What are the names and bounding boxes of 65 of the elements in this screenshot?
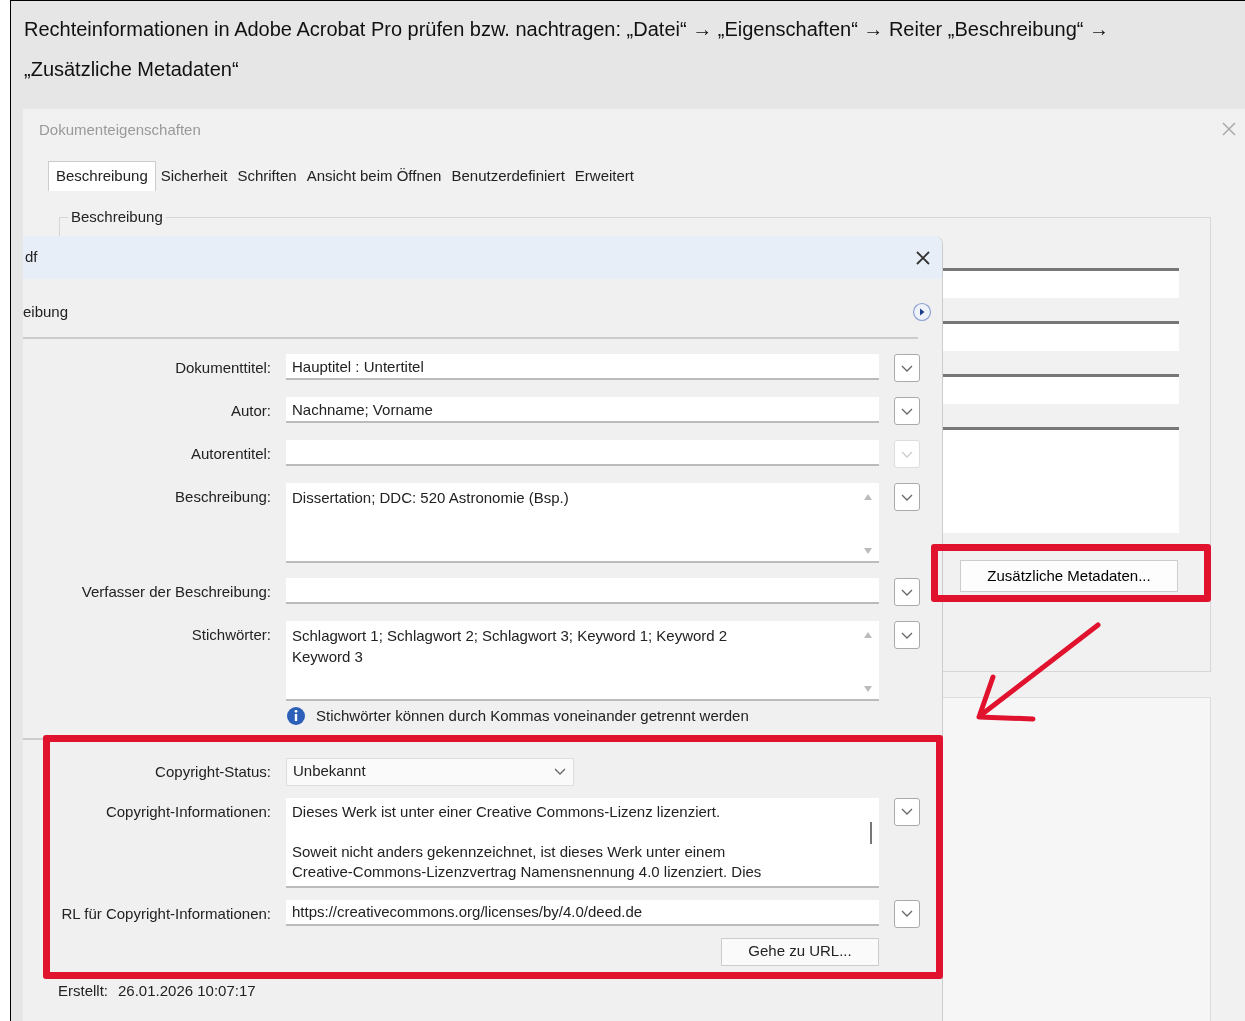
field-label: Verfasser der Beschreibung: xyxy=(80,582,271,602)
scroll-up-icon[interactable] xyxy=(863,631,873,639)
chevron-down-icon xyxy=(901,364,913,372)
text-field[interactable]: Nachname; Vorname xyxy=(286,397,879,423)
field-label: Stichwörter: xyxy=(190,625,271,645)
created-value: 26.01.2026 10:07:17 xyxy=(118,980,256,1001)
text-area[interactable]: Dissertation; DDC: 520 Astronomie (Bsp.) xyxy=(286,483,879,563)
section-title: eibung xyxy=(23,301,69,322)
chevron-down-icon xyxy=(901,808,913,815)
dialog-title: Dokumenteigenschaften xyxy=(39,120,201,140)
dropdown-button[interactable] xyxy=(894,483,920,511)
chevron-down-icon xyxy=(901,407,913,415)
tab[interactable]: Schriften xyxy=(232,161,302,191)
text-area-value: Dieses Werk ist unter einer Creative Commons-Lizenz lizenziert. Soweit nicht anders gekennzeichnet, ist dieses Werk unter einem Creative-Commons-Lizenzvertrag Namensnennung 4.0 lizenziert. Dies xyxy=(292,802,762,880)
tab[interactable]: Erweitert xyxy=(569,161,640,191)
field-label: Beschreibung: xyxy=(174,487,271,507)
text-field[interactable] xyxy=(942,374,1179,404)
dropdown-value: Unbekannt xyxy=(293,761,366,782)
field-label: Autor: xyxy=(229,401,271,421)
dropdown-button[interactable] xyxy=(894,578,920,606)
field-label: Autorentitel: xyxy=(189,444,271,464)
text-field[interactable] xyxy=(286,440,879,466)
scroll-down-icon[interactable] xyxy=(863,547,873,555)
text-area[interactable]: Dieses Werk ist unter einer Creative Commons-Lizenz lizenziert. Soweit nicht anders gekennzeichnet, ist dieses Werk unter einem Creative-Commons-Lizenzvertrag Namensnennung 4.0 lizenziert. Dies xyxy=(286,797,879,888)
info-icon xyxy=(286,706,306,727)
field-label: RL für Copyright-Informationen: xyxy=(60,903,271,924)
tab[interactable]: Sicherheit xyxy=(155,161,233,191)
chevron-down-icon xyxy=(901,631,913,639)
field-label: Copyright-Informationen: xyxy=(104,801,271,822)
close-icon[interactable] xyxy=(914,248,932,267)
dropdown-button[interactable] xyxy=(894,899,920,928)
tab[interactable]: Benutzerdefiniert xyxy=(446,161,570,191)
created-label: Erstellt: xyxy=(58,980,108,1001)
chevron-down-icon xyxy=(553,766,567,777)
caption-text: Rechteinformationen in Adobe Acrobat Pro prüfen bzw. nachtragen: „Datei“ → „Eigenschaften“ → Reiter „Beschreibung“ → „Zusätzliche Metadaten“ xyxy=(23,17,1110,82)
dropdown-button[interactable] xyxy=(894,621,920,649)
chevron-down-icon xyxy=(901,588,913,596)
chevron-down-icon xyxy=(901,910,913,917)
text-field[interactable]: Hauptitel : Untertitel xyxy=(286,354,879,380)
chevron-down-icon xyxy=(901,450,913,458)
text-area-value: Dissertation; DDC: 520 Astronomie (Bsp.) xyxy=(292,489,569,506)
text-field[interactable] xyxy=(942,321,1179,351)
tab[interactable]: Ansicht beim Öffnen xyxy=(301,161,447,191)
text-area[interactable]: Schlagwort 1; Schlagwort 2; Schlagwort 3; Keyword 1; Keyword 2 Keyword 3 xyxy=(286,621,879,701)
field-label: Copyright-Status: xyxy=(154,761,271,782)
dropdown-button[interactable] xyxy=(894,354,920,382)
scroll-thumb[interactable] xyxy=(869,821,873,844)
scroll-down-icon[interactable] xyxy=(863,685,873,693)
metadata-button[interactable]: Zusätzliche Metadaten... xyxy=(960,560,1178,592)
tab[interactable]: Beschreibung xyxy=(48,161,156,191)
chevron-down-icon xyxy=(901,493,913,501)
scroll-up-icon[interactable] xyxy=(863,493,873,501)
text-area-value: Schlagwort 1; Schlagwort 2; Schlagwort 3; Keyword 1; Keyword 2 Keyword 3 xyxy=(292,627,728,665)
text-field[interactable] xyxy=(942,268,1179,298)
dropdown-field[interactable]: Unbekannt xyxy=(286,757,574,786)
field-label: Dokumenttitel: xyxy=(174,358,271,378)
expand-icon[interactable] xyxy=(912,302,932,322)
text-field[interactable]: https://creativecommons.org/licenses/by/4.0/deed.de xyxy=(286,899,879,926)
go-to-url-button[interactable]: Gehe zu URL... xyxy=(721,937,879,966)
text-field[interactable] xyxy=(286,578,879,604)
dialog-title: df xyxy=(24,247,38,268)
text-field[interactable] xyxy=(942,427,1179,533)
hint-text: Stichwörter können durch Kommas voneinander getrennt werden xyxy=(316,706,749,726)
dropdown-button[interactable] xyxy=(894,797,920,826)
dropdown-button[interactable] xyxy=(894,397,920,425)
